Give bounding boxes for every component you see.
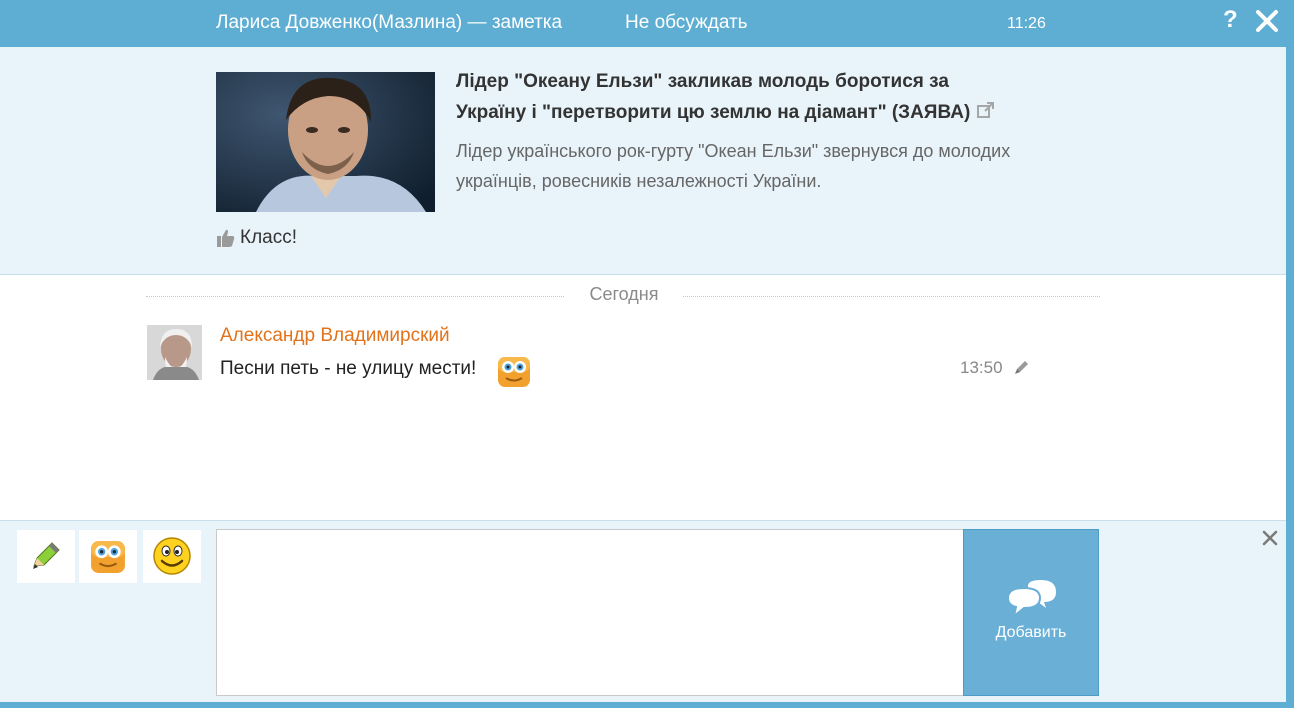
help-icon[interactable]: ?: [1223, 6, 1238, 34]
headline-line-1[interactable]: Лідер "Океану Ельзи" закликав молодь бор…: [456, 71, 949, 92]
close-composer-icon[interactable]: [1259, 527, 1281, 549]
thumb-up-icon: [217, 229, 235, 247]
article-thumbnail[interactable]: [216, 72, 435, 212]
header-time: 11:26: [1007, 15, 1046, 32]
like-label: Класс!: [240, 227, 297, 248]
note-card: Лідер "Океану Ельзи" закликав молодь бор…: [0, 47, 1286, 275]
smiley-icon: [153, 537, 191, 575]
window-bottom-border: [0, 702, 1294, 708]
desc-line-2: українців, ровесників незалежності Украї…: [456, 171, 822, 191]
window-header: Лариса Довженко(Мазлина) — заметка Не об…: [0, 0, 1294, 47]
article-description: Лідер українського рок-гурту "Океан Ельз…: [456, 136, 1116, 196]
chat-bubbles-icon: [1006, 580, 1056, 619]
comment-text: Песни петь - не улицу мести!: [220, 358, 477, 379]
comment-input[interactable]: [216, 529, 964, 696]
close-icon[interactable]: [1254, 8, 1280, 34]
pencil-tool-button[interactable]: [17, 530, 75, 583]
window-title: Лариса Довженко(Мазлина) — заметка: [216, 12, 563, 33]
window-right-border: [1286, 0, 1294, 708]
add-button-label: Добавить: [995, 624, 1067, 641]
headline-line-2[interactable]: Україну і "перетворити цю землю на діама…: [456, 102, 970, 123]
edit-icon[interactable]: [1013, 358, 1031, 376]
sticker-icon: [91, 541, 125, 573]
comment-time: 13:50: [960, 358, 1003, 377]
desc-line-1: Лідер українського рок-гурту "Океан Ельз…: [456, 141, 1011, 161]
comment-author[interactable]: Александр Владимирский: [220, 325, 450, 347]
smiley-tool-button[interactable]: [143, 530, 201, 583]
like-button[interactable]: Класс!: [216, 227, 297, 249]
sticker-icon: [498, 357, 530, 387]
external-link-icon[interactable]: [976, 101, 995, 120]
add-comment-button[interactable]: Добавить: [963, 529, 1099, 696]
sticker-tool-button[interactable]: [79, 530, 137, 583]
date-divider-label: Сегодня: [565, 284, 683, 305]
no-discuss-link[interactable]: Не обсуждать: [625, 12, 748, 34]
pencil-icon: [33, 542, 60, 569]
avatar[interactable]: [147, 325, 202, 380]
article-headline[interactable]: Лідер "Океану Ельзи" закликав молодь бор…: [456, 66, 1056, 128]
